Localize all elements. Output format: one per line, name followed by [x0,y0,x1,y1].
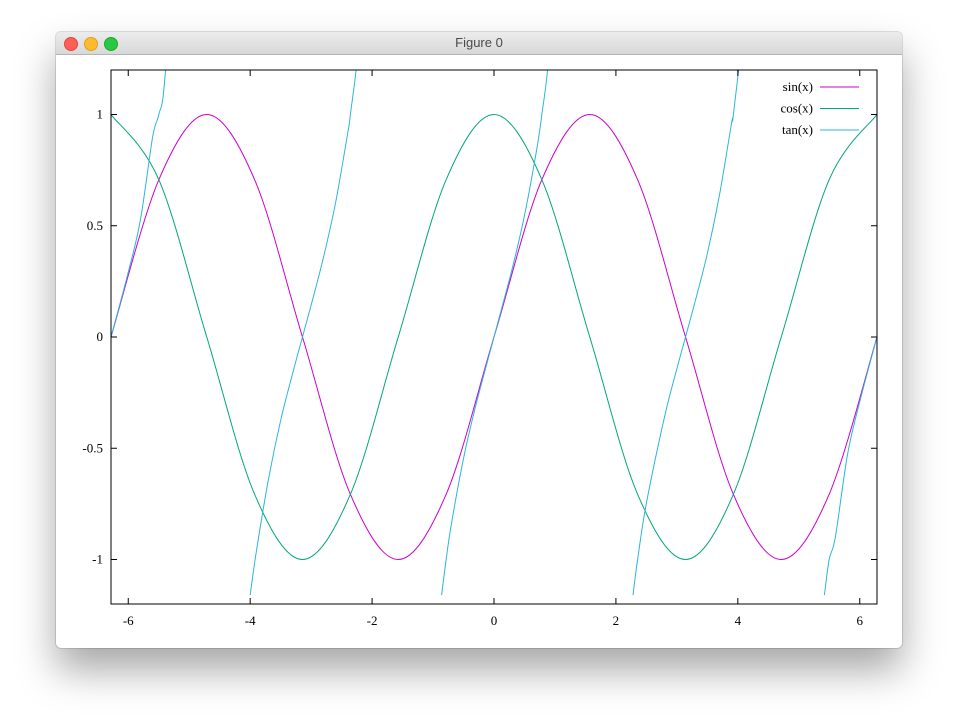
series-layer [111,70,877,596]
axis-layer: -6 -4 -2 0 2 4 6 -1 -0.5 0 0.5 1 [82,70,877,628]
y-tick-label: 0 [97,329,104,344]
series-tan-x-line-5 [823,336,877,596]
series-tan-x-line-1 [111,70,167,338]
x-tick-label: -6 [123,613,134,628]
x-tick-label: -4 [245,613,256,628]
figure-window: Figure 0 -6 -4 -2 0 2 4 6 -1 -0.5 0 0.5 1 sin(x) cos… [56,32,902,648]
legend-label-tan-x: tan(x) [782,122,813,137]
x-tick-label: 6 [856,613,863,628]
window-title: Figure 0 [455,35,503,50]
plot-area: -6 -4 -2 0 2 4 6 -1 -0.5 0 0.5 1 sin(x) cos(x) tan(x) [82,69,878,628]
y-tick-label: -0.5 [82,440,103,455]
y-tick-label: 1 [97,107,104,122]
legend-label-sin-x: sin(x) [783,79,813,94]
x-tick-label: -2 [367,613,378,628]
y-tick-label: 0.5 [87,218,103,233]
series-tan-x-line-2 [249,70,357,596]
series-tan-x-line-3 [441,70,549,596]
x-tick-label: 0 [491,613,498,628]
title-bar[interactable]: Figure 0 [56,32,902,55]
legend-label-cos-x: cos(x) [781,101,814,116]
x-tick-label: 2 [613,613,620,628]
x-tick-label: 4 [735,613,742,628]
y-tick-label: -1 [92,552,103,567]
series-tan-x-line-4 [632,70,740,596]
legend: sin(x) cos(x) tan(x) [781,79,859,137]
